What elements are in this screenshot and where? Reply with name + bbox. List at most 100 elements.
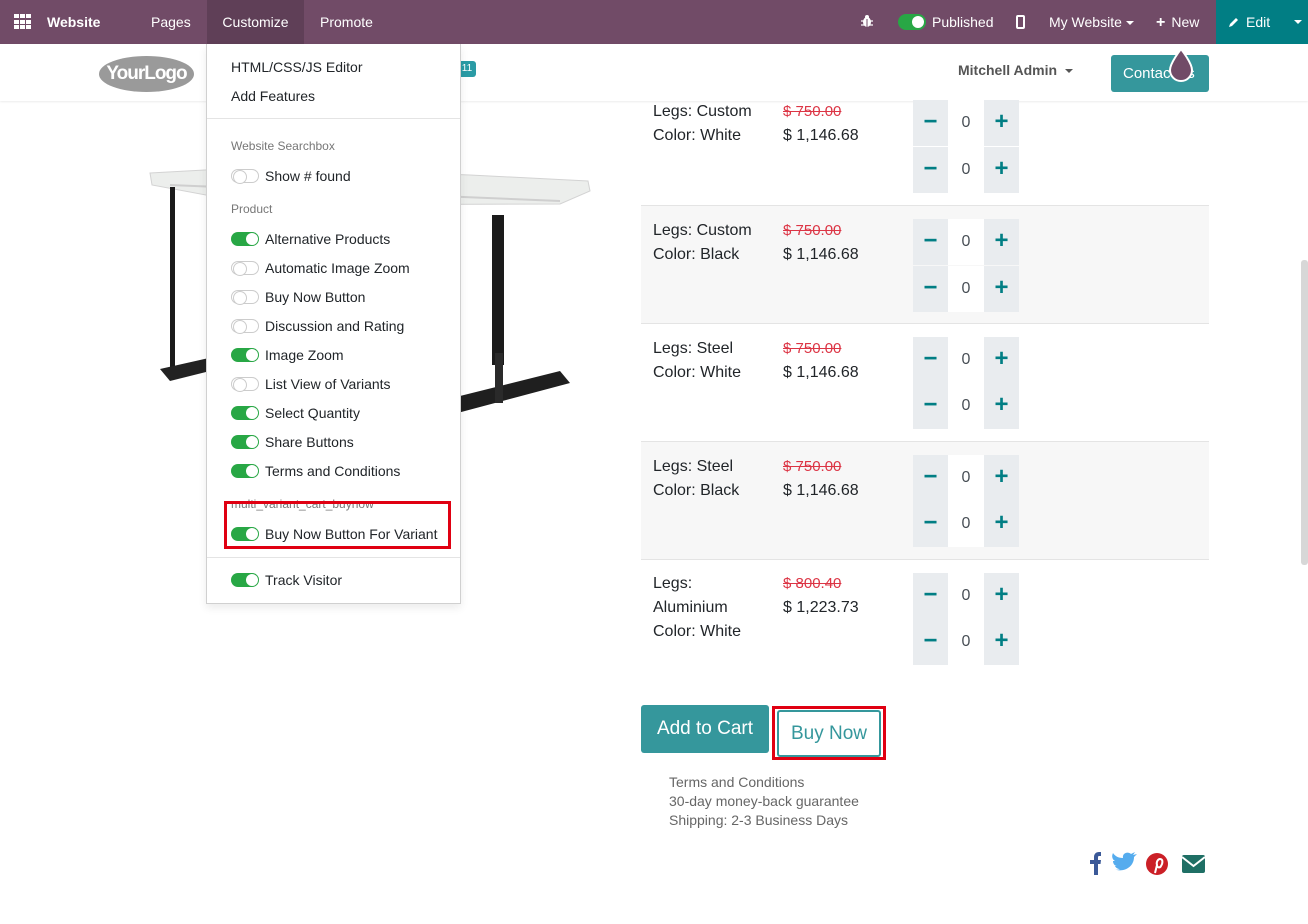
edit-button[interactable]: Edit [1228, 0, 1270, 44]
website-switcher[interactable]: My Website [1049, 0, 1134, 44]
highlight-box [772, 706, 886, 760]
pencil-icon [1229, 18, 1238, 27]
published-label[interactable]: Published [932, 0, 994, 44]
menu-divider [207, 557, 460, 558]
minus-button[interactable]: − [913, 501, 948, 547]
option-label[interactable]: Show # found [265, 168, 351, 184]
quantity-input[interactable]: 0 [948, 383, 984, 429]
add-to-cart-button[interactable]: Add to Cart [641, 705, 769, 753]
quantity-input[interactable]: 0 [948, 501, 984, 547]
email-icon[interactable] [1181, 855, 1206, 873]
minus-button[interactable]: − [913, 455, 948, 501]
option-label[interactable]: Select Quantity [265, 405, 360, 421]
variant-row: Legs: Steel Color: Black $ 750.00 $ 1,14… [641, 441, 1209, 559]
menu-promote[interactable]: Promote [320, 0, 373, 44]
toggle-terms-conditions[interactable] [231, 464, 259, 478]
guarantee-text: 30-day money-back guarantee [669, 793, 859, 809]
variant-attribute: Color: Black [653, 246, 740, 263]
edit-dropdown-chevron-icon[interactable] [1294, 20, 1302, 24]
quantity-input[interactable]: 0 [948, 573, 984, 619]
option-label[interactable]: Automatic Image Zoom [265, 260, 410, 276]
variant-attribute: Color: Black [653, 482, 740, 499]
minus-button[interactable]: − [913, 619, 948, 665]
toggle-alternative-products[interactable] [231, 232, 259, 246]
minus-button[interactable]: − [913, 100, 948, 146]
quantity-input[interactable]: 0 [948, 619, 984, 665]
minus-button[interactable]: − [913, 573, 948, 619]
shipping-text: Shipping: 2-3 Business Days [669, 812, 848, 828]
app-title[interactable]: Website [47, 0, 100, 44]
quantity-stepper: − 0 + [913, 337, 1019, 383]
plus-button[interactable]: + [984, 219, 1019, 265]
toggle-buy-now-button[interactable] [231, 290, 259, 305]
plus-button[interactable]: + [984, 266, 1019, 312]
option-label[interactable]: Terms and Conditions [265, 463, 400, 479]
top-navbar: Website Pages Customize Promote Publishe… [0, 0, 1308, 44]
company-logo[interactable]: YourLogo [99, 56, 194, 92]
published-toggle[interactable] [898, 14, 926, 30]
minus-button[interactable]: − [913, 337, 948, 383]
toggle-discussion-rating[interactable] [231, 319, 259, 334]
facebook-icon[interactable] [1090, 852, 1101, 875]
chevron-down-icon [1125, 21, 1134, 26]
variant-attribute: Legs: Custom [653, 103, 752, 120]
quantity-input[interactable]: 0 [948, 219, 984, 265]
plus-button[interactable]: + [984, 619, 1019, 665]
user-name: Mitchell Admin [958, 62, 1058, 78]
page-scrollbar[interactable] [1301, 260, 1308, 565]
minus-button[interactable]: − [913, 266, 948, 312]
option-label[interactable]: Discussion and Rating [265, 318, 404, 334]
variant-attribute: Aluminium [653, 599, 728, 616]
plus-button[interactable]: + [984, 501, 1019, 547]
variant-row: Legs: Custom Color: White $ 750.00 $ 1,1… [641, 87, 1209, 205]
plus-button[interactable]: + [984, 147, 1019, 193]
quantity-stepper: − 0 + [913, 266, 1019, 312]
option-label[interactable]: Image Zoom [265, 347, 344, 363]
menu-pages[interactable]: Pages [151, 0, 191, 44]
new-button[interactable]: + New [1156, 0, 1199, 44]
quantity-stepper: − 0 + [913, 219, 1019, 265]
variant-row: Legs: Aluminium Color: White $ 800.40 $ … [641, 559, 1209, 679]
menu-item-html-editor[interactable]: HTML/CSS/JS Editor [231, 59, 362, 75]
menu-customize[interactable]: Customize [207, 0, 304, 44]
plus-button[interactable]: + [984, 383, 1019, 429]
pinterest-icon[interactable] [1146, 853, 1168, 875]
toggle-select-quantity[interactable] [231, 406, 259, 420]
debug-bug-icon[interactable] [861, 14, 873, 28]
option-label[interactable]: Buy Now Button [265, 289, 365, 305]
option-label[interactable]: Share Buttons [265, 434, 354, 450]
plus-button[interactable]: + [984, 455, 1019, 501]
toggle-track-visitor[interactable] [231, 573, 259, 587]
minus-button[interactable]: − [913, 219, 948, 265]
apps-grid-icon[interactable] [14, 14, 31, 30]
quantity-stepper: − 0 + [913, 455, 1019, 501]
toggle-automatic-image-zoom[interactable] [231, 261, 259, 276]
toggle-list-view-variants[interactable] [231, 377, 259, 392]
user-menu[interactable]: Mitchell Admin [958, 62, 1074, 78]
variant-price: $ 1,223.73 [783, 599, 859, 616]
quantity-input[interactable]: 0 [948, 147, 984, 193]
option-label[interactable]: Track Visitor [265, 572, 342, 588]
toggle-share-buttons[interactable] [231, 435, 259, 449]
option-label[interactable]: List View of Variants [265, 376, 391, 392]
minus-button[interactable]: − [913, 147, 948, 193]
toggle-image-zoom[interactable] [231, 348, 259, 362]
plus-button[interactable]: + [984, 337, 1019, 383]
terms-link[interactable]: Terms and Conditions [669, 774, 804, 790]
quantity-input[interactable]: 0 [948, 337, 984, 383]
mobile-preview-icon[interactable] [1016, 15, 1025, 29]
twitter-icon[interactable] [1112, 852, 1137, 871]
menu-item-add-features[interactable]: Add Features [231, 88, 315, 104]
minus-button[interactable]: − [913, 383, 948, 429]
variant-attribute: Legs: [653, 575, 693, 592]
quantity-input[interactable]: 0 [948, 455, 984, 501]
quantity-input[interactable]: 0 [948, 100, 984, 146]
toggle-show-found[interactable] [231, 169, 259, 184]
plus-button[interactable]: + [984, 100, 1019, 146]
variant-attribute: Legs: Custom [653, 222, 752, 239]
plus-button[interactable]: + [984, 573, 1019, 619]
share-buttons [1090, 852, 1206, 875]
variant-old-price: $ 750.00 [783, 103, 842, 120]
quantity-input[interactable]: 0 [948, 266, 984, 312]
option-label[interactable]: Alternative Products [265, 231, 390, 247]
